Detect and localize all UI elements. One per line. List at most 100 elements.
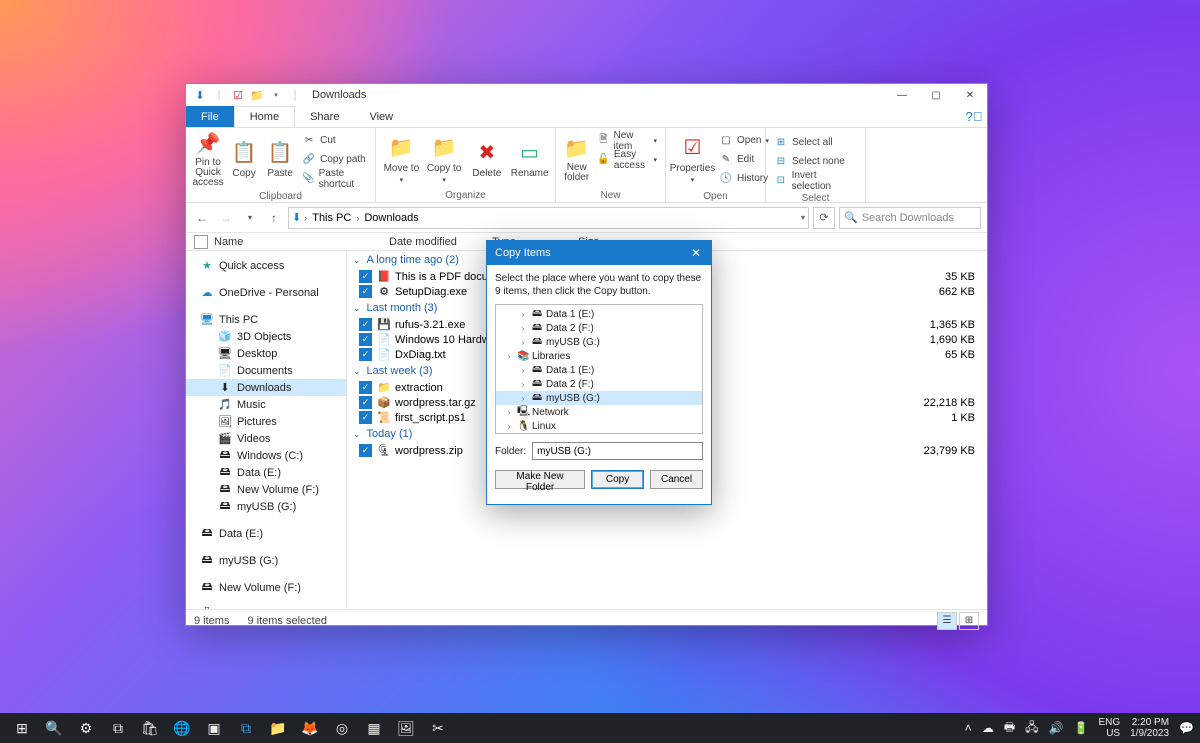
tray-network-icon[interactable]: 🖧 [1025, 718, 1038, 739]
store-button[interactable]: 🛍 [134, 713, 166, 743]
tree-node[interactable]: ›🖳Network [496, 405, 702, 419]
nav-quick-access[interactable]: ★Quick access [186, 257, 346, 274]
copy-confirm-button[interactable]: Copy [591, 470, 644, 489]
file-checkbox[interactable]: ✓ [359, 348, 372, 361]
nav-documents[interactable]: 📄Documents [186, 362, 346, 379]
cut-button[interactable]: ✂Cut [300, 132, 369, 149]
tree-node[interactable]: ›📚Libraries [496, 349, 702, 363]
nav-newvol[interactable]: 🖴New Volume (F:) [186, 579, 346, 596]
maximize-button[interactable]: ▢ [919, 84, 953, 106]
col-date[interactable]: Date modified [389, 236, 492, 248]
qat-check-icon[interactable]: ☑ [229, 86, 247, 104]
delete-button[interactable]: ✖Delete [466, 130, 509, 188]
chrome-button[interactable]: ◎ [326, 713, 358, 743]
up-button[interactable]: ↑ [264, 208, 284, 228]
file-checkbox[interactable]: ✓ [359, 444, 372, 457]
file-checkbox[interactable]: ✓ [359, 333, 372, 346]
expand-icon[interactable]: › [504, 408, 514, 417]
file-checkbox[interactable]: ✓ [359, 411, 372, 424]
expand-icon[interactable]: › [518, 310, 528, 319]
vscode-button[interactable]: ⧉ [230, 713, 262, 743]
tree-node[interactable]: ›🐧Linux [496, 419, 702, 433]
file-checkbox[interactable]: ✓ [359, 285, 372, 298]
select-none-button[interactable]: ⊟Select none [772, 153, 859, 170]
folder-input[interactable] [532, 442, 703, 460]
select-all-checkbox[interactable] [194, 235, 208, 249]
photos-button[interactable]: 🖼 [390, 713, 422, 743]
search-input[interactable]: 🔍 Search Downloads [839, 207, 981, 229]
tray-onedrive-icon[interactable]: ☁ [982, 721, 994, 735]
expand-icon[interactable]: › [518, 324, 528, 333]
nav-3d-objects[interactable]: 🧊3D Objects [186, 328, 346, 345]
nav-onedrive[interactable]: ☁OneDrive - Personal [186, 284, 346, 301]
qat-down-icon[interactable]: ⬇ [191, 86, 209, 104]
expand-icon[interactable]: › [504, 422, 514, 431]
paste-button[interactable]: 📋Paste [262, 130, 298, 188]
nav-data-e[interactable]: 🖴Data (E:) [186, 525, 346, 542]
rename-button[interactable]: ▭Rename [508, 130, 551, 188]
nav-myusb-g-[interactable]: 🖴myUSB (G:) [186, 498, 346, 515]
tree-node[interactable]: ›🖴Data 2 (F:) [496, 321, 702, 335]
crumb-downloads[interactable]: Downloads [362, 212, 420, 224]
tray-printer-icon[interactable]: 🖶 [1004, 718, 1015, 739]
app-button[interactable]: ▦ [358, 713, 390, 743]
nav-desktop[interactable]: 🖥Desktop [186, 345, 346, 362]
qat-dd-icon[interactable]: ▾ [267, 86, 285, 104]
file-checkbox[interactable]: ✓ [359, 381, 372, 394]
expand-icon[interactable]: › [518, 394, 528, 403]
nav-myusb[interactable]: 🖴myUSB (G:) [186, 552, 346, 569]
copy-to-button[interactable]: 📁Copy to▾ [423, 130, 466, 188]
recent-button[interactable]: ▾ [240, 208, 260, 228]
firefox-button[interactable]: 🦊 [294, 713, 326, 743]
file-checkbox[interactable]: ✓ [359, 396, 372, 409]
nav-data-e-[interactable]: 🖴Data (E:) [186, 464, 346, 481]
help-button[interactable]: ?⃝ [965, 106, 987, 127]
start-button[interactable]: ⊞ [6, 713, 38, 743]
nav-downloads[interactable]: ⬇Downloads [186, 379, 346, 396]
edit-button[interactable]: ✎Edit [717, 151, 771, 168]
tree-node[interactable]: ›🖴Data 1 (E:) [496, 307, 702, 321]
close-button[interactable]: ✕ [953, 84, 987, 106]
paste-shortcut-button[interactable]: 📎Paste shortcut [300, 170, 369, 187]
move-to-button[interactable]: 📁Move to▾ [380, 130, 423, 188]
qat-folder-icon[interactable]: 📁 [248, 86, 266, 104]
easy-access-button[interactable]: 🔓Easy access▾ [595, 151, 659, 168]
col-name[interactable]: Name [214, 236, 389, 248]
expand-icon[interactable]: › [504, 352, 514, 361]
nav-new-volume-f-[interactable]: 🖴New Volume (F:) [186, 481, 346, 498]
expand-icon[interactable]: › [518, 380, 528, 389]
minimize-button[interactable]: — [885, 84, 919, 106]
settings-button[interactable]: ⚙ [70, 713, 102, 743]
copy-button[interactable]: 📋Copy [226, 130, 262, 188]
expand-icon[interactable]: › [518, 366, 528, 375]
titlebar[interactable]: ⬇ | ☑ 📁 ▾ | Downloads — ▢ ✕ [186, 84, 987, 106]
edge-button[interactable]: 🌐 [166, 713, 198, 743]
tree-node[interactable]: ›🖴Data 2 (F:) [496, 377, 702, 391]
expand-icon[interactable]: › [518, 338, 528, 347]
nav-music[interactable]: 🎵Music [186, 396, 346, 413]
dialog-titlebar[interactable]: Copy Items ✕ [487, 241, 711, 265]
properties-button[interactable]: ☑Properties▾ [670, 130, 715, 188]
dialog-close-button[interactable]: ✕ [681, 246, 711, 260]
tray-language[interactable]: ENGUS [1098, 717, 1120, 739]
folder-tree[interactable]: ›🖴Data 1 (E:)›🖴Data 2 (F:)›🖴myUSB (G:)›📚… [495, 304, 703, 434]
path-dropdown-icon[interactable]: ▾ [801, 213, 805, 222]
tray-clock[interactable]: 2:20 PM1/9/2023 [1130, 717, 1169, 739]
pin-quick-access-button[interactable]: 📌Pin to Quick access [190, 130, 226, 188]
view-large-button[interactable]: ⊞ [959, 612, 979, 630]
back-button[interactable]: ← [192, 208, 212, 228]
taskview-button[interactable]: ⧉ [102, 713, 134, 743]
view-details-button[interactable]: ☰ [937, 612, 957, 630]
tray-notifications-icon[interactable]: 💬 [1179, 721, 1194, 735]
file-checkbox[interactable]: ✓ [359, 318, 372, 331]
crumb-this-pc[interactable]: This PC [310, 212, 353, 224]
tray-battery-icon[interactable]: 🔋 [1073, 721, 1088, 735]
tab-home[interactable]: Home [234, 106, 295, 127]
new-item-button[interactable]: 🗎New item▾ [595, 132, 659, 149]
tree-node[interactable]: ›🖴myUSB (G:) [496, 335, 702, 349]
refresh-button[interactable]: ⟳ [813, 207, 835, 229]
forward-button[interactable]: → [216, 208, 236, 228]
search-button[interactable]: 🔍 [38, 713, 70, 743]
tree-node[interactable]: ›🖴Data 1 (E:) [496, 363, 702, 377]
tab-view[interactable]: View [354, 106, 408, 127]
